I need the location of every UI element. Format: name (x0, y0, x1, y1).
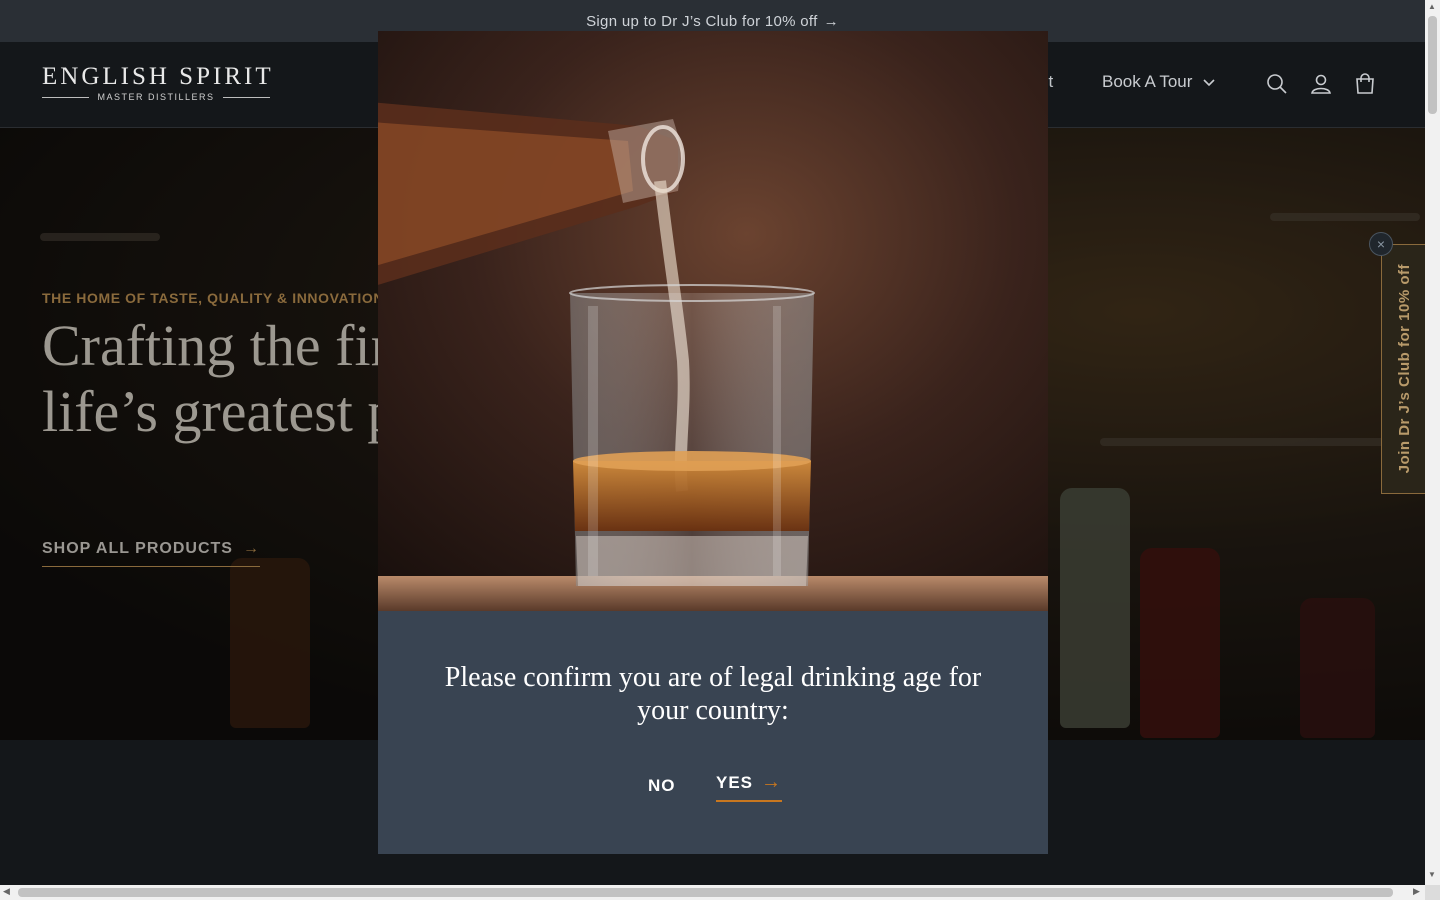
whisky-pour-image (378, 31, 1048, 611)
hero-eyebrow: THE HOME OF TASTE, QUALITY & INNOVATION (42, 290, 385, 306)
scroll-right-icon[interactable]: ▶ (1413, 886, 1420, 897)
search-icon[interactable] (1265, 72, 1289, 96)
shop-all-products-link[interactable]: SHOP ALL PRODUCTS → (42, 540, 260, 567)
chevron-down-icon (1203, 79, 1215, 87)
join-club-tab[interactable]: Join Dr J’s Club for 10% off (1381, 244, 1427, 494)
nav-item-book-a-tour[interactable]: Book A Tour (1102, 72, 1216, 92)
vertical-scrollbar[interactable]: ▲ ▼ (1425, 0, 1440, 885)
logo[interactable]: ENGLISH SPIRIT MASTER DISTILLERS (42, 63, 274, 102)
age-question: Please confirm you are of legal drinking… (444, 662, 982, 726)
yes-button[interactable]: YES → (716, 771, 783, 802)
horizontal-scroll-thumb[interactable] (18, 888, 1393, 897)
logo-wordmark: ENGLISH SPIRIT (42, 63, 274, 90)
logo-tagline: MASTER DISTILLERS (97, 92, 215, 102)
age-verification-modal: Please confirm you are of legal drinking… (378, 31, 1048, 854)
scroll-left-icon[interactable]: ◀ (3, 886, 10, 897)
close-icon[interactable]: × (1369, 232, 1393, 256)
arrow-right-icon: → (761, 771, 783, 793)
announcement-text[interactable]: Sign up to Dr J’s Club for 10% off (586, 13, 817, 30)
join-club-label: Join Dr J’s Club for 10% off (1395, 264, 1413, 474)
arrow-right-icon: → (823, 12, 839, 30)
logo-subline: MASTER DISTILLERS (42, 92, 270, 102)
hero-cta-label: SHOP ALL PRODUCTS (42, 540, 233, 557)
account-icon[interactable] (1309, 72, 1333, 96)
nav-item-label: Book A Tour (1102, 72, 1193, 91)
scroll-up-icon[interactable]: ▲ (1428, 2, 1436, 11)
scrollbar-corner (1425, 885, 1440, 900)
logo-rule-left (42, 96, 90, 98)
scroll-down-icon[interactable]: ▼ (1428, 870, 1436, 879)
yes-button-label: YES (716, 772, 754, 792)
vertical-scroll-thumb[interactable] (1428, 16, 1437, 114)
cart-icon[interactable] (1353, 72, 1377, 96)
horizontal-scrollbar[interactable]: ◀ ▶ (0, 885, 1425, 900)
logo-rule-right (222, 96, 270, 98)
no-button[interactable]: NO (648, 776, 676, 796)
arrow-right-icon: → (242, 540, 260, 557)
